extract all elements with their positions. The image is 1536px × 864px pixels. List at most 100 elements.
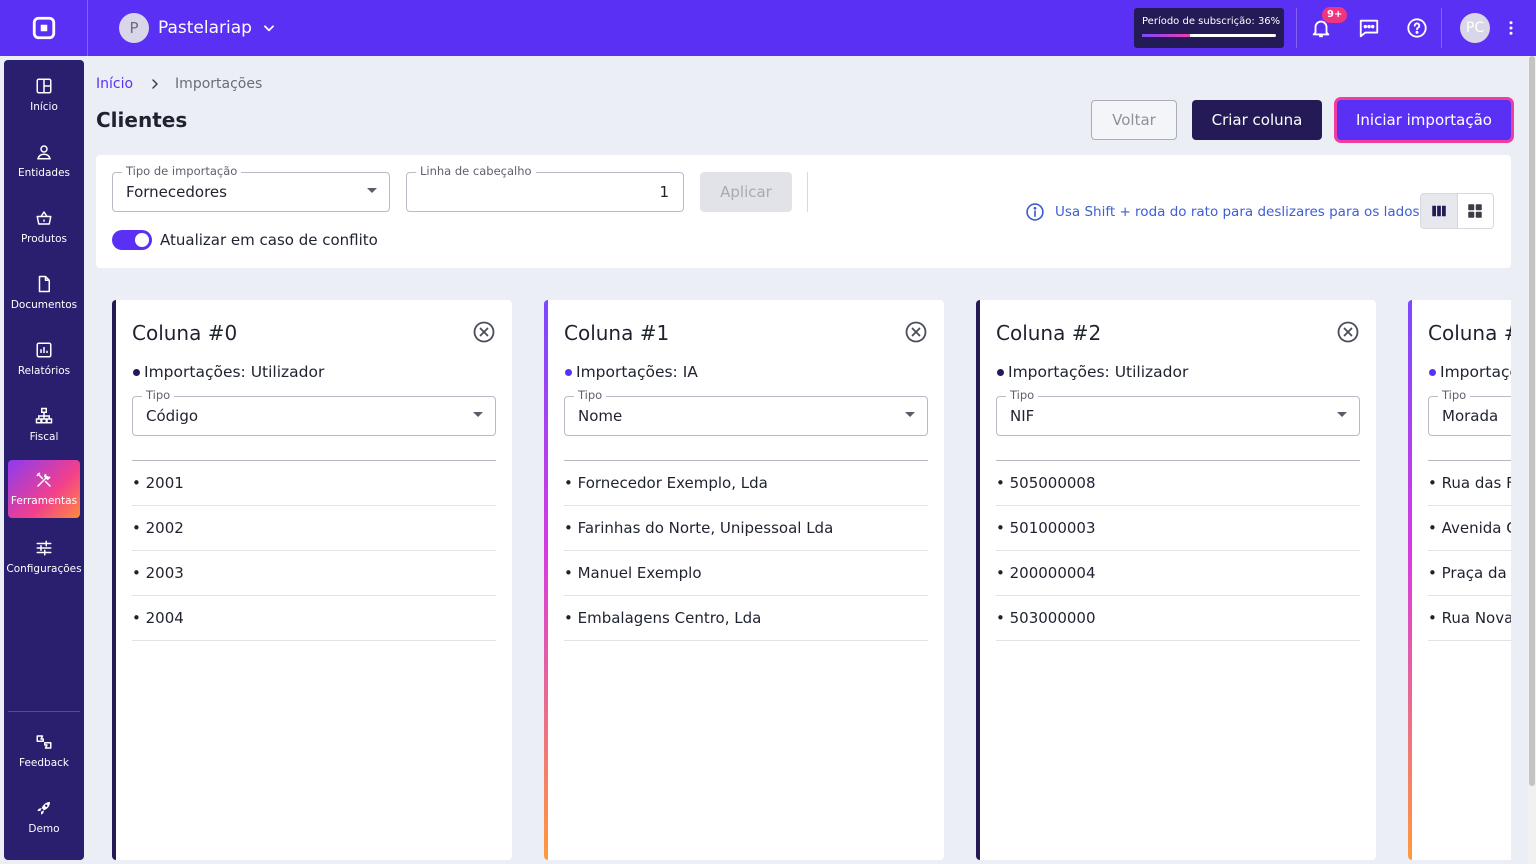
subscription-period[interactable]: Período de subscrição: 36% [1134, 8, 1284, 48]
source-dot [997, 368, 1004, 376]
feedback-icon [36, 735, 52, 749]
scrollbar-thumb[interactable] [1529, 56, 1535, 786]
list-item: • Embalagens Centro, Lda [564, 596, 928, 641]
notifications-badge: 9+ [1322, 7, 1348, 23]
list-item: • Farinhas do Norte, Unipessoal Lda [564, 506, 928, 551]
column-accent-bar [976, 300, 980, 860]
column-type-select[interactable]: Tipo NIF [996, 388, 1360, 436]
import-source-text: Importações: IA [576, 363, 698, 381]
remove-column-button[interactable] [1336, 320, 1360, 344]
sidebar-item-documentos[interactable]: Documentos [8, 264, 80, 322]
list-item: • 503000000 [996, 596, 1360, 641]
company-name: Pastelariap [158, 18, 252, 38]
column-type-label: Tipo [1006, 388, 1039, 402]
sidebar-item-label: Feedback [18, 757, 69, 769]
remove-column-button[interactable] [472, 320, 496, 344]
list-item: • 2002 [132, 506, 496, 551]
source-dot [133, 368, 140, 376]
import-type-select[interactable]: Tipo de importação Fornecedores [112, 164, 390, 212]
conflict-update-toggle[interactable] [112, 230, 152, 250]
sidebar-item-fiscal[interactable]: Fiscal [8, 396, 80, 454]
import-settings-card: Tipo de importação Fornecedores Linha de… [96, 155, 1511, 268]
page-scrollbar[interactable] [1528, 56, 1536, 864]
toggle-knob [135, 233, 149, 247]
columns-scroll-area[interactable]: Coluna #0 Importações: Utilizador Tipo C… [112, 300, 1511, 864]
help-button[interactable] [1393, 0, 1441, 56]
document-icon [38, 275, 50, 293]
user-avatar[interactable]: PC [1460, 13, 1490, 43]
sidebar-item-label: Início [30, 101, 58, 113]
sidebar-item-demo[interactable]: Demo [8, 788, 80, 846]
sidebar-item-produtos[interactable]: Produtos [8, 198, 80, 256]
list-item: • 505000008 [996, 461, 1360, 506]
column-import-source: Importações: IA [565, 363, 698, 381]
column-type-value: Nome [578, 407, 623, 425]
subscription-label: Período de subscrição: 36% [1142, 16, 1281, 27]
column-title: Coluna #0 [132, 321, 238, 345]
column-type-value: Código [146, 407, 199, 425]
sidebar-item-inicio[interactable]: Início [8, 66, 80, 124]
subscription-progress-track [1142, 34, 1276, 37]
sidebar-item-ferramentas[interactable]: Ferramentas [8, 460, 80, 518]
header-line-value: 1 [659, 183, 669, 201]
column-title: Coluna #1 [564, 321, 670, 345]
column-type-select[interactable]: Tipo Código [132, 388, 496, 436]
info-icon [1026, 203, 1044, 221]
grid-view-button[interactable] [1456, 194, 1494, 228]
import-source-text: Importaçõ [1440, 363, 1511, 381]
close-circle-icon [1337, 321, 1359, 343]
breadcrumb-home-link[interactable]: Início [96, 76, 133, 92]
breadcrumb-current: Importações [175, 76, 263, 92]
create-column-button[interactable]: Criar coluna [1192, 100, 1322, 140]
list-item: • 2004 [132, 596, 496, 641]
source-dot [565, 368, 572, 376]
column-accent-bar [112, 300, 116, 860]
source-dot [1429, 368, 1436, 376]
column-import-source: Importações: Utilizador [997, 363, 1188, 381]
notifications-button[interactable]: 9+ [1297, 0, 1348, 56]
column-card: Coluna # Importaçõ Tipo Morada • Rua das… [1408, 300, 1511, 860]
chart-icon [36, 342, 52, 358]
view-mode-toggle [1420, 193, 1494, 229]
sidebar-item-label: Produtos [21, 233, 67, 245]
close-circle-icon [905, 321, 927, 343]
chevron-down-icon [263, 25, 274, 32]
breadcrumb: Início Importações [96, 76, 262, 92]
list-item: • Praça da I [1428, 551, 1511, 596]
column-type-value: NIF [1010, 407, 1035, 425]
column-type-label: Tipo [1438, 388, 1471, 402]
remove-column-button[interactable] [904, 320, 928, 344]
list-item: • Rua das F [1428, 461, 1511, 506]
more-options-button[interactable] [1498, 0, 1524, 56]
company-avatar: P [119, 13, 149, 43]
sidebar-item-entidades[interactable]: Entidades [8, 132, 80, 190]
column-type-select[interactable]: Tipo Morada [1428, 388, 1511, 436]
filter-divider [807, 172, 808, 212]
sidebar-item-feedback[interactable]: Feedback [8, 722, 80, 780]
apply-button[interactable]: Aplicar [700, 172, 792, 212]
chat-icon [1359, 19, 1379, 38]
sidebar-item-configuracoes[interactable]: Configurações [6, 528, 82, 586]
app-logo[interactable] [0, 0, 88, 56]
sidebar-item-relatorios[interactable]: Relatórios [8, 330, 80, 388]
list-item: • 501000003 [996, 506, 1360, 551]
column-values: • 505000008 • 501000003 • 200000004 • 50… [996, 461, 1360, 641]
column-values: • Rua das F • Avenida C • Praça da I • R… [1428, 461, 1511, 641]
person-icon [37, 145, 51, 160]
messages-button[interactable] [1345, 0, 1393, 56]
list-item: • Avenida C [1428, 506, 1511, 551]
rocket-icon [37, 802, 50, 815]
sidebar-item-label: Demo [28, 823, 60, 835]
columns-view-button[interactable] [1421, 194, 1457, 228]
start-import-button[interactable]: Iniciar importação [1337, 100, 1511, 140]
list-item: • 200000004 [996, 551, 1360, 596]
header-line-input[interactable]: Linha de cabeçalho 1 [406, 164, 684, 212]
tools-icon [36, 472, 51, 487]
list-item: • 2003 [132, 551, 496, 596]
sidebar-item-label: Documentos [10, 299, 78, 311]
back-button[interactable]: Voltar [1091, 100, 1177, 140]
column-type-select[interactable]: Tipo Nome [564, 388, 928, 436]
conflict-update-label: Atualizar em caso de conflito [160, 231, 378, 249]
column-type-value: Morada [1442, 407, 1499, 425]
company-selector[interactable]: P Pastelariap [119, 13, 276, 43]
